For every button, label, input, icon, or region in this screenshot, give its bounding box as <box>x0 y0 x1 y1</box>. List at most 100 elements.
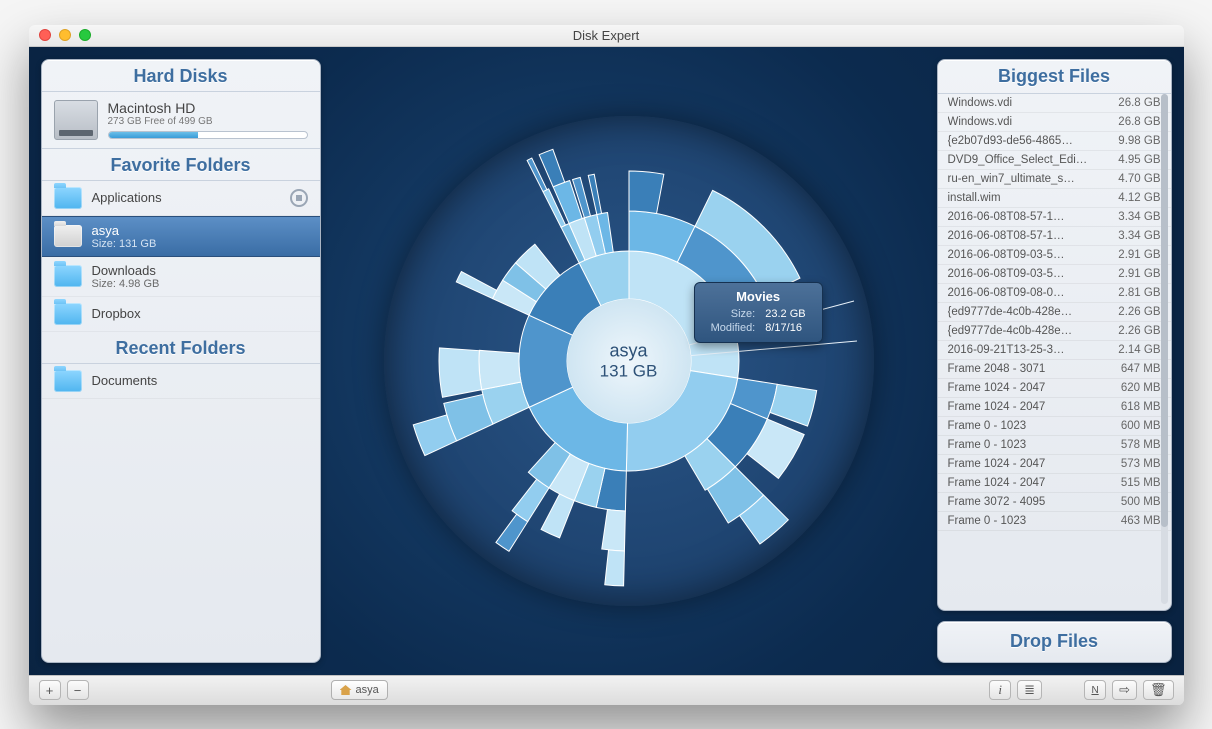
sidebar-item-documents[interactable]: Documents <box>42 364 320 399</box>
file-name: DVD9_Office_Select_Edi… <box>948 154 1088 166</box>
sunburst-segment[interactable] <box>604 549 624 585</box>
file-row[interactable]: Frame 1024 - 2047620 MB <box>938 379 1171 398</box>
file-row[interactable]: Windows.vdi26.8 GB <box>938 113 1171 132</box>
file-size: 500 MB <box>1121 496 1161 508</box>
favorite-folders-title: Favorite Folders <box>42 149 320 181</box>
file-size: 4.95 GB <box>1118 154 1160 166</box>
folder-name: Dropbox <box>92 306 141 321</box>
window-title: Disk Expert <box>29 28 1184 43</box>
file-row[interactable]: Frame 1024 - 2047515 MB <box>938 474 1171 493</box>
file-size: 9.98 GB <box>1118 135 1160 147</box>
app-window: Disk Expert Hard Disks Macintosh HD 273 … <box>29 25 1184 705</box>
file-size: 573 MB <box>1121 458 1161 470</box>
file-row[interactable]: 2016-06-08T08-57-1…3.34 GB <box>938 208 1171 227</box>
file-size: 2.26 GB <box>1118 325 1160 337</box>
sunburst-disc[interactable]: asya 131 GB <box>384 116 874 606</box>
file-row[interactable]: {ed9777de-4c0b-428e…2.26 GB <box>938 303 1171 322</box>
sunburst-segment[interactable] <box>769 384 816 426</box>
titlebar[interactable]: Disk Expert <box>29 25 1184 47</box>
folder-icon <box>54 187 82 209</box>
favorite-folders-list: Applications asyaSize: 131 GB DownloadsS… <box>42 181 320 332</box>
file-name: Frame 0 - 1023 <box>948 439 1027 451</box>
file-size: 600 MB <box>1121 420 1161 432</box>
remove-button[interactable]: − <box>67 680 89 700</box>
biggest-files-list[interactable]: Windows.vdi26.8 GBWindows.vdi26.8 GB{e2b… <box>938 94 1171 610</box>
disk-name: Macintosh HD <box>108 100 308 116</box>
biggest-files-panel: Biggest Files Windows.vdi26.8 GBWindows.… <box>937 59 1172 611</box>
rename-button[interactable]: N <box>1084 680 1106 700</box>
drop-files-panel[interactable]: Drop Files <box>937 621 1172 663</box>
file-size: 618 MB <box>1121 401 1161 413</box>
file-row[interactable]: Frame 0 - 1023578 MB <box>938 436 1171 455</box>
file-row[interactable]: 2016-06-08T08-57-1…3.34 GB <box>938 227 1171 246</box>
file-row[interactable]: Windows.vdi26.8 GB <box>938 94 1171 113</box>
trash-button[interactable]: 🗑 <box>1143 680 1174 700</box>
sidebar-item-downloads[interactable]: DownloadsSize: 4.98 GB <box>42 257 320 297</box>
file-size: 647 MB <box>1121 363 1161 375</box>
file-name: 2016-06-08T09-03-5… <box>948 268 1065 280</box>
file-row[interactable]: 2016-06-08T09-08-0…2.81 GB <box>938 284 1171 303</box>
file-row[interactable]: Frame 0 - 1023600 MB <box>938 417 1171 436</box>
file-row[interactable]: 2016-06-08T09-03-5… 2.91 GB <box>938 246 1171 265</box>
center-folder-name: asya <box>600 340 658 361</box>
bottom-toolbar: + − asya i ≣ N ⇨ 🗑 <box>29 675 1184 705</box>
file-row[interactable]: DVD9_Office_Select_Edi… 4.95 GB <box>938 151 1171 170</box>
file-row[interactable]: {ed9777de-4c0b-428e… 2.26 GB <box>938 322 1171 341</box>
breadcrumb-label: asya <box>356 684 379 696</box>
sunburst-segment[interactable] <box>495 514 527 551</box>
file-name: install.wim <box>948 192 1001 204</box>
stop-scan-button[interactable] <box>290 189 308 207</box>
sunburst-segment[interactable] <box>601 509 625 550</box>
sunburst-segment[interactable] <box>588 174 601 214</box>
file-name: 2016-06-08T08-57-1… <box>948 211 1065 223</box>
file-row[interactable]: 2016-06-08T09-03-5… 2.91 GB <box>938 265 1171 284</box>
scrollbar-thumb[interactable] <box>1161 94 1168 528</box>
drop-files-label: Drop Files <box>1010 631 1098 652</box>
recent-folders-list: Documents <box>42 364 320 399</box>
file-row[interactable]: install.wim4.12 GB <box>938 189 1171 208</box>
file-name: Frame 0 - 1023 <box>948 515 1027 527</box>
sidebar-item-applications[interactable]: Applications <box>42 181 320 216</box>
hard-disk-icon <box>54 100 98 140</box>
breadcrumb[interactable]: asya <box>331 680 388 700</box>
file-name: 2016-09-21T13-25-3… <box>948 344 1065 356</box>
disk-row[interactable]: Macintosh HD 273 GB Free of 499 GB <box>42 92 320 149</box>
sidebar-item-dropbox[interactable]: Dropbox <box>42 297 320 332</box>
file-size: 2.91 GB <box>1118 249 1160 261</box>
scrollbar[interactable] <box>1161 94 1168 604</box>
export-button[interactable]: ⇨ <box>1112 680 1137 700</box>
file-name: 2016-06-08T08-57-1… <box>948 230 1065 242</box>
file-size: 4.70 GB <box>1118 173 1160 185</box>
folder-name: asya <box>92 223 157 238</box>
tooltip-size: 23.2 GB <box>761 308 809 320</box>
sidebar-item-asya[interactable]: asyaSize: 131 GB <box>42 216 320 257</box>
left-sidebar: Hard Disks Macintosh HD 273 GB Free of 4… <box>41 59 321 663</box>
info-button[interactable]: i <box>989 680 1011 700</box>
file-row[interactable]: ru-en_win7_ultimate_s… 4.70 GB <box>938 170 1171 189</box>
list-view-button[interactable]: ≣ <box>1017 680 1042 700</box>
file-name: {ed9777de-4c0b-428e… <box>948 325 1073 337</box>
file-name: 2016-06-08T09-03-5… <box>948 249 1065 261</box>
file-row[interactable]: Frame 3072 - 4095500 MB <box>938 493 1171 512</box>
sunburst-segment[interactable] <box>541 493 574 537</box>
file-size: 620 MB <box>1121 382 1161 394</box>
file-row[interactable]: Frame 2048 - 3071647 MB <box>938 360 1171 379</box>
file-row[interactable]: {e2b07d93-de56-4865…9.98 GB <box>938 132 1171 151</box>
file-size: 463 MB <box>1121 515 1161 527</box>
file-row[interactable]: Frame 1024 - 2047 618 MB <box>938 398 1171 417</box>
recent-folders-title: Recent Folders <box>42 332 320 364</box>
file-name: Frame 1024 - 2047 <box>948 401 1046 413</box>
file-row[interactable]: 2016-09-21T13-25-3…2.14 GB <box>938 341 1171 360</box>
file-name: {ed9777de-4c0b-428e… <box>948 306 1073 318</box>
add-button[interactable]: + <box>39 680 61 700</box>
sunburst-segment[interactable] <box>439 347 482 396</box>
file-size: 2.91 GB <box>1118 268 1160 280</box>
file-row[interactable]: Frame 0 - 1023 463 MB <box>938 512 1171 531</box>
file-name: 2016-06-08T09-08-0… <box>948 287 1065 299</box>
sunburst-center-label: asya 131 GB <box>600 340 658 381</box>
sunburst-segment[interactable] <box>629 171 664 214</box>
center-folder-size: 131 GB <box>600 361 658 381</box>
sunburst-segment[interactable] <box>456 271 496 298</box>
file-name: ru-en_win7_ultimate_s… <box>948 173 1075 185</box>
file-row[interactable]: Frame 1024 - 2047573 MB <box>938 455 1171 474</box>
